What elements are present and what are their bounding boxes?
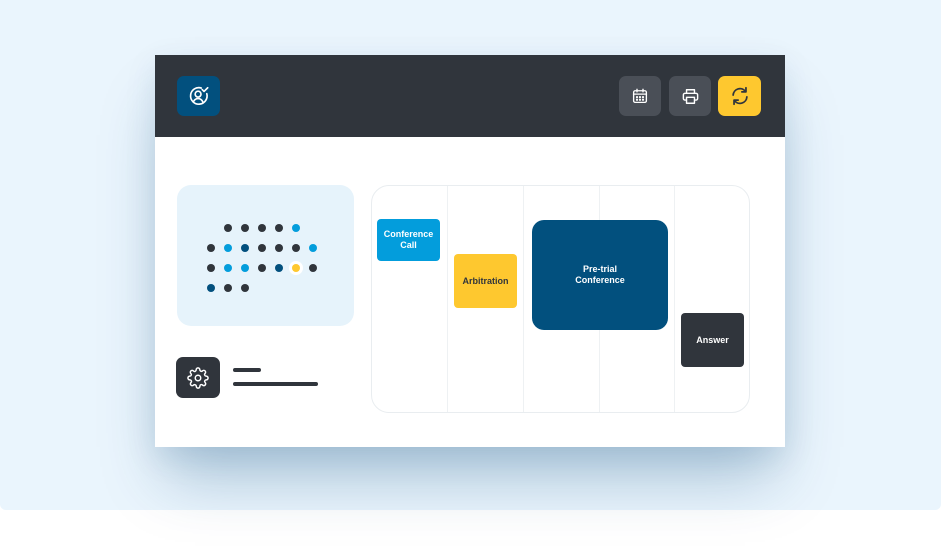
grid-dot xyxy=(258,244,266,252)
settings-button[interactable] xyxy=(176,357,220,398)
timeline-column-divider xyxy=(523,186,524,412)
timeline-column-divider xyxy=(674,186,675,412)
grid-dot xyxy=(224,224,232,232)
grid-dot xyxy=(292,264,300,272)
app-header xyxy=(155,55,785,137)
grid-dot xyxy=(275,244,283,252)
printer-icon xyxy=(682,88,698,104)
gear-icon xyxy=(187,366,209,389)
grid-dot xyxy=(224,284,232,292)
calendar-icon xyxy=(632,88,648,104)
placeholder-line-short xyxy=(233,368,261,372)
refresh-icon xyxy=(731,86,748,106)
grid-dot xyxy=(309,244,317,252)
dot-grid-card xyxy=(177,185,354,326)
user-check-icon xyxy=(189,86,209,105)
event-answer[interactable]: Answer xyxy=(681,313,744,367)
grid-dot xyxy=(207,284,215,292)
grid-dot xyxy=(258,224,266,232)
grid-dot xyxy=(258,264,266,272)
event-conference-call[interactable]: Conference Call xyxy=(377,219,440,261)
print-button[interactable] xyxy=(669,76,711,116)
logo-button[interactable] xyxy=(177,76,220,116)
grid-dot xyxy=(224,264,232,272)
grid-dot xyxy=(292,244,300,252)
grid-dot xyxy=(224,244,232,252)
timeline-column-divider xyxy=(447,186,448,412)
refresh-button[interactable] xyxy=(718,76,761,116)
grid-dot xyxy=(275,224,283,232)
grid-dot xyxy=(292,224,300,232)
event-arbitration[interactable]: Arbitration xyxy=(454,254,517,308)
grid-dot xyxy=(309,264,317,272)
grid-dot xyxy=(207,264,215,272)
grid-dot xyxy=(207,244,215,252)
grid-dot xyxy=(241,264,249,272)
calendar-button[interactable] xyxy=(619,76,661,116)
grid-dot xyxy=(241,244,249,252)
grid-dot xyxy=(241,284,249,292)
placeholder-line-long xyxy=(233,382,318,386)
grid-dot xyxy=(241,224,249,232)
grid-dot xyxy=(275,264,283,272)
timeline-board: Conference Call Arbitration Pre-trial Co… xyxy=(371,185,750,413)
app-window: Conference Call Arbitration Pre-trial Co… xyxy=(155,55,785,447)
event-pre-trial-conference[interactable]: Pre-trial Conference xyxy=(532,220,668,330)
